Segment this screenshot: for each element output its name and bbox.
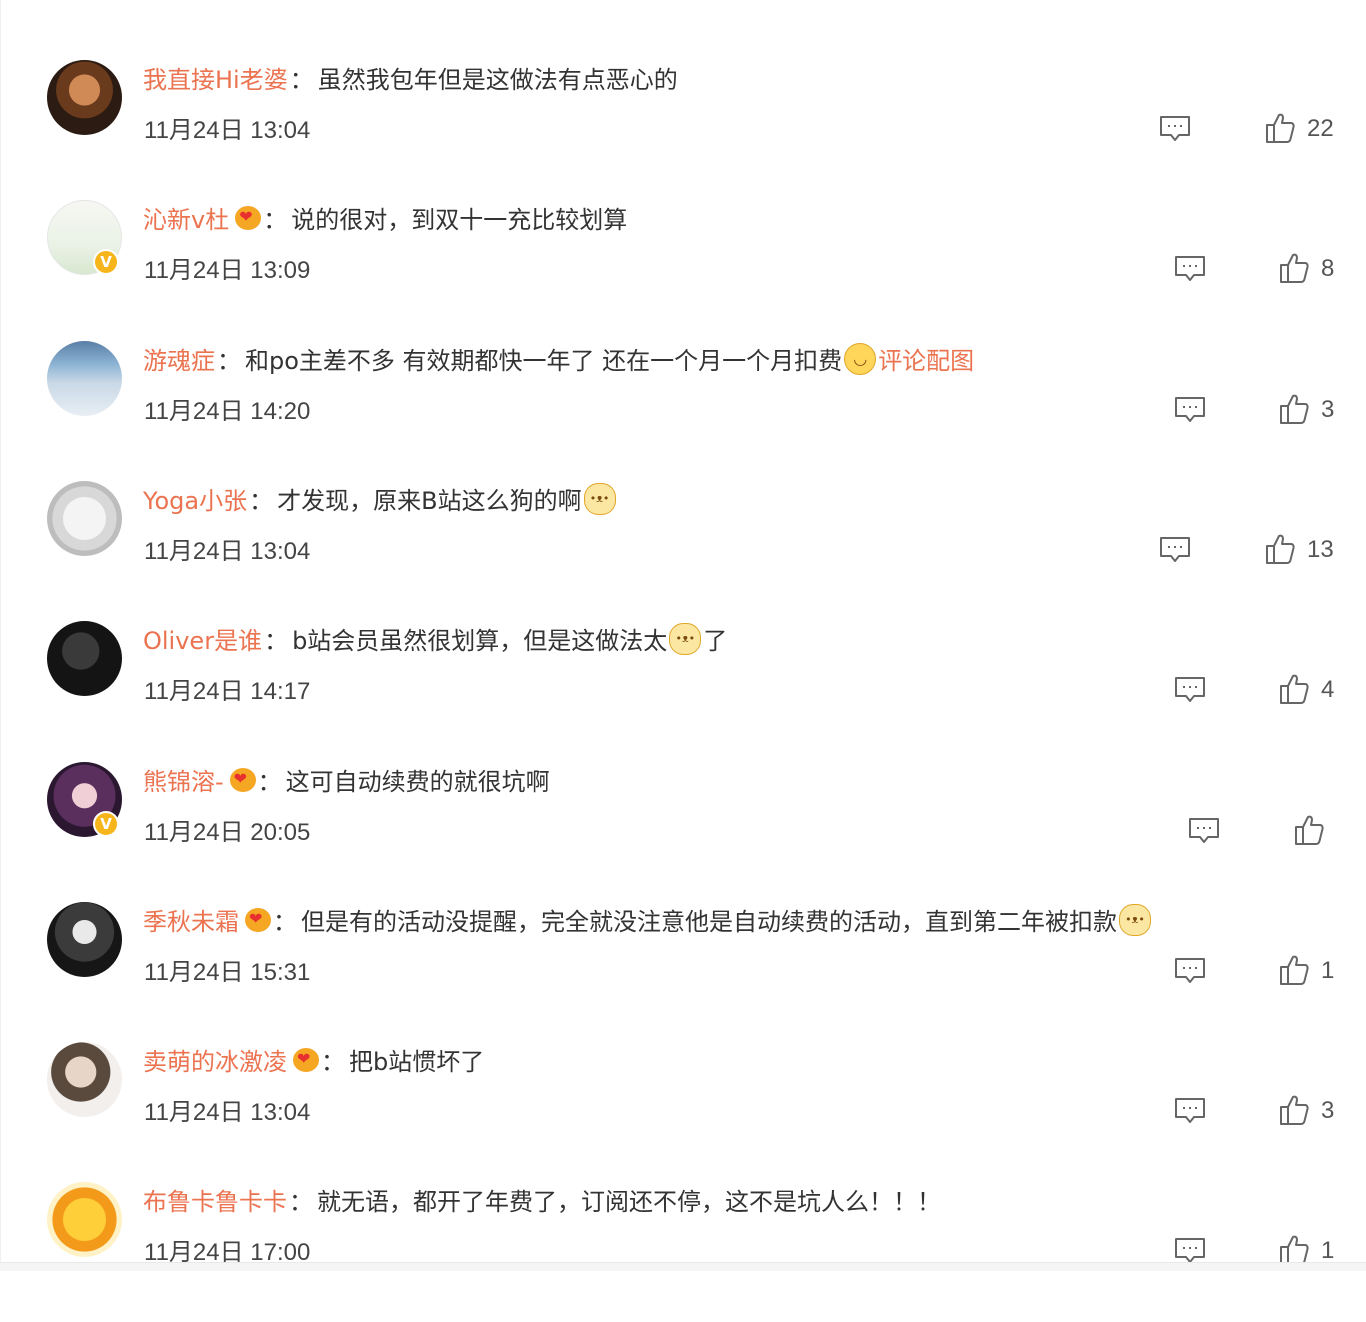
- like-count: 13: [1307, 536, 1334, 563]
- comment-line: Yoga小张： 才发现，原来B站这么狗的啊 •ᴥ•: [143, 481, 618, 521]
- comment-time: 11月24日 13:04: [144, 117, 311, 144]
- comment-text: b站会员虽然很划算，但是这做法太: [292, 627, 668, 655]
- username-link[interactable]: 游魂症: [143, 347, 215, 375]
- comment-line: 布鲁卡鲁卡卡： 就无语，都开了年费了，订阅还不停，这不是坑人么！！！: [143, 1182, 941, 1222]
- username-link[interactable]: 卖萌的冰激凌: [143, 1048, 287, 1076]
- thumbs-up-icon[interactable]: [1265, 112, 1295, 144]
- username-link[interactable]: 季秋未霜: [143, 908, 239, 936]
- comment-item: 游魂症： 和po主差不多 有效期都快一年了 还在一个月一个月扣费 ◡ 评论配图 11月2…: [1, 341, 1366, 481]
- comment-text: 说的很对，到双十一充比较划算: [291, 206, 628, 234]
- comment-item: 布鲁卡鲁卡卡： 就无语，都开了年费了，订阅还不停，这不是坑人么！！！ 11月24日 …: [1, 1182, 1366, 1322]
- comment-line: 我直接Hi老婆： 虽然我包年但是这做法有点恶心的: [143, 60, 678, 100]
- fan-heart-badge-icon: [229, 768, 256, 792]
- doge-emoji: •ᴥ•: [669, 623, 702, 655]
- thumbs-up-icon[interactable]: [1294, 814, 1324, 846]
- comment-text: 就无语，都开了年费了，订阅还不停，这不是坑人么！！！: [317, 1188, 941, 1216]
- comment-icon[interactable]: [1158, 114, 1192, 144]
- username-link[interactable]: Yoga小张: [143, 487, 247, 515]
- comment-time: 11月24日 13:04: [144, 538, 311, 565]
- comment-text: 才发现，原来B站这么狗的啊: [277, 487, 582, 515]
- colon-separator: ：: [273, 908, 297, 936]
- comment-time: 11月24日 14:20: [144, 398, 311, 425]
- comment-line: 沁新v杜 ：说的很对，到双十一充比较划算: [143, 200, 627, 240]
- thumbs-up-icon[interactable]: [1265, 533, 1295, 565]
- comment-time: 11月24日 14:17: [144, 678, 311, 705]
- thumbs-up-icon[interactable]: [1279, 252, 1309, 284]
- thumbs-up-icon[interactable]: [1279, 673, 1309, 705]
- comment-time: 11月24日 13:09: [144, 257, 311, 284]
- colon-separator: ：: [263, 206, 288, 234]
- comment-line: Oliver是谁： b站会员虽然很划算，但是这做法太 •ᴥ• 了: [143, 621, 727, 661]
- comment-item: Yoga小张： 才发现，原来B站这么狗的啊 •ᴥ• 11月24日 13:04 13: [1, 481, 1366, 621]
- username-link[interactable]: 熊锦溶-: [143, 768, 224, 796]
- colon-separator: ：: [264, 627, 289, 655]
- username-link[interactable]: 沁新v杜: [143, 206, 229, 234]
- doge-emoji: •ᴥ•: [1119, 904, 1151, 936]
- colon-separator: ：: [217, 347, 241, 375]
- avatar[interactable]: [47, 1182, 122, 1257]
- comment-icon[interactable]: [1173, 395, 1207, 425]
- colon-separator: ：: [289, 66, 314, 94]
- avatar[interactable]: [47, 1042, 122, 1117]
- fan-heart-badge-icon: [293, 1048, 319, 1072]
- comment-text: 虽然我包年但是这做法有点恶心的: [317, 66, 678, 94]
- comment-time: 11月24日 13:04: [144, 1099, 311, 1126]
- comment-list: 我直接Hi老婆： 虽然我包年但是这做法有点恶心的 11月24日 13:04 22 V 沁新…: [0, 0, 1366, 1266]
- comment-icon[interactable]: [1173, 254, 1207, 284]
- avatar[interactable]: [47, 481, 122, 556]
- verified-badge-icon: V: [93, 249, 119, 275]
- comment-item: V 熊锦溶- ：这可自动续费的就很坑啊 11月24日 20:05: [1, 762, 1366, 902]
- comment-icon[interactable]: [1158, 535, 1192, 565]
- comment-text: 但是有的活动没提醒，完全就没注意他是自动续费的活动，直到第二年被扣款: [301, 908, 1117, 936]
- like-count: 3: [1321, 396, 1335, 423]
- comment-icon[interactable]: [1173, 675, 1207, 705]
- avatar[interactable]: [47, 902, 122, 977]
- like-count: 8: [1321, 255, 1335, 282]
- username-link[interactable]: 布鲁卡鲁卡卡: [143, 1188, 287, 1216]
- comment-line: 熊锦溶- ：这可自动续费的就很坑啊: [143, 762, 550, 802]
- comment-icon[interactable]: [1173, 1096, 1207, 1126]
- comment-text: 了: [703, 627, 728, 655]
- like-count: 3: [1321, 1097, 1335, 1124]
- fan-heart-badge-icon: [235, 206, 262, 230]
- comment-line: 卖萌的冰激凌 ：把b站惯坏了: [143, 1042, 484, 1082]
- comment-time: 11月24日 15:31: [144, 959, 311, 986]
- like-count: 22: [1307, 115, 1334, 142]
- comment-item: 季秋未霜 ：但是有的活动没提醒，完全就没注意他是自动续费的活动，直到第二年被扣款•…: [1, 902, 1366, 1042]
- colon-separator: ：: [257, 768, 282, 796]
- comment-line: 季秋未霜 ：但是有的活动没提醒，完全就没注意他是自动续费的活动，直到第二年被扣款•…: [143, 902, 1153, 942]
- thumbs-up-icon[interactable]: [1279, 954, 1309, 986]
- comment-item: Oliver是谁： b站会员虽然很划算，但是这做法太 •ᴥ• 了 11月24日 14:1…: [1, 621, 1366, 761]
- comment-text: 和po主差不多 有效期都快一年了 还在一个月一个月扣费: [245, 347, 843, 375]
- comment-image-link[interactable]: 评论配图: [878, 347, 974, 375]
- doge-emoji: •ᴥ•: [583, 483, 616, 515]
- colon-separator: ：: [289, 1188, 313, 1216]
- username-link[interactable]: Oliver是谁: [143, 627, 262, 655]
- thumbs-up-icon[interactable]: [1279, 1094, 1309, 1126]
- colon-separator: ：: [249, 487, 274, 515]
- verified-badge-icon: V: [93, 811, 119, 837]
- username-link[interactable]: 我直接Hi老婆: [143, 66, 288, 94]
- like-count: 1: [1321, 957, 1335, 984]
- avatar[interactable]: [47, 341, 122, 416]
- avatar[interactable]: [47, 60, 122, 135]
- comment-text: 把b站惯坏了: [349, 1048, 485, 1076]
- comment-icon[interactable]: [1173, 956, 1207, 986]
- thumbs-up-icon[interactable]: [1279, 393, 1309, 425]
- smile-emoji: ◡: [844, 343, 877, 375]
- comment-text: 这可自动续费的就很坑啊: [285, 768, 550, 796]
- comment-item: V 沁新v杜 ：说的很对，到双十一充比较划算 11月24日 13:09 8: [1, 200, 1366, 340]
- comment-icon[interactable]: [1187, 816, 1221, 846]
- colon-separator: ：: [321, 1048, 345, 1076]
- comment-item: 我直接Hi老婆： 虽然我包年但是这做法有点恶心的 11月24日 13:04 22: [1, 60, 1366, 200]
- comment-line: 游魂症： 和po主差不多 有效期都快一年了 还在一个月一个月扣费 ◡ 评论配图: [143, 341, 974, 381]
- fan-heart-badge-icon: [245, 908, 271, 932]
- comment-time: 11月24日 20:05: [144, 819, 311, 846]
- comment-item: 卖萌的冰激凌 ：把b站惯坏了 11月24日 13:04 3: [1, 1042, 1366, 1182]
- like-count: 4: [1321, 676, 1335, 703]
- avatar[interactable]: [47, 621, 122, 696]
